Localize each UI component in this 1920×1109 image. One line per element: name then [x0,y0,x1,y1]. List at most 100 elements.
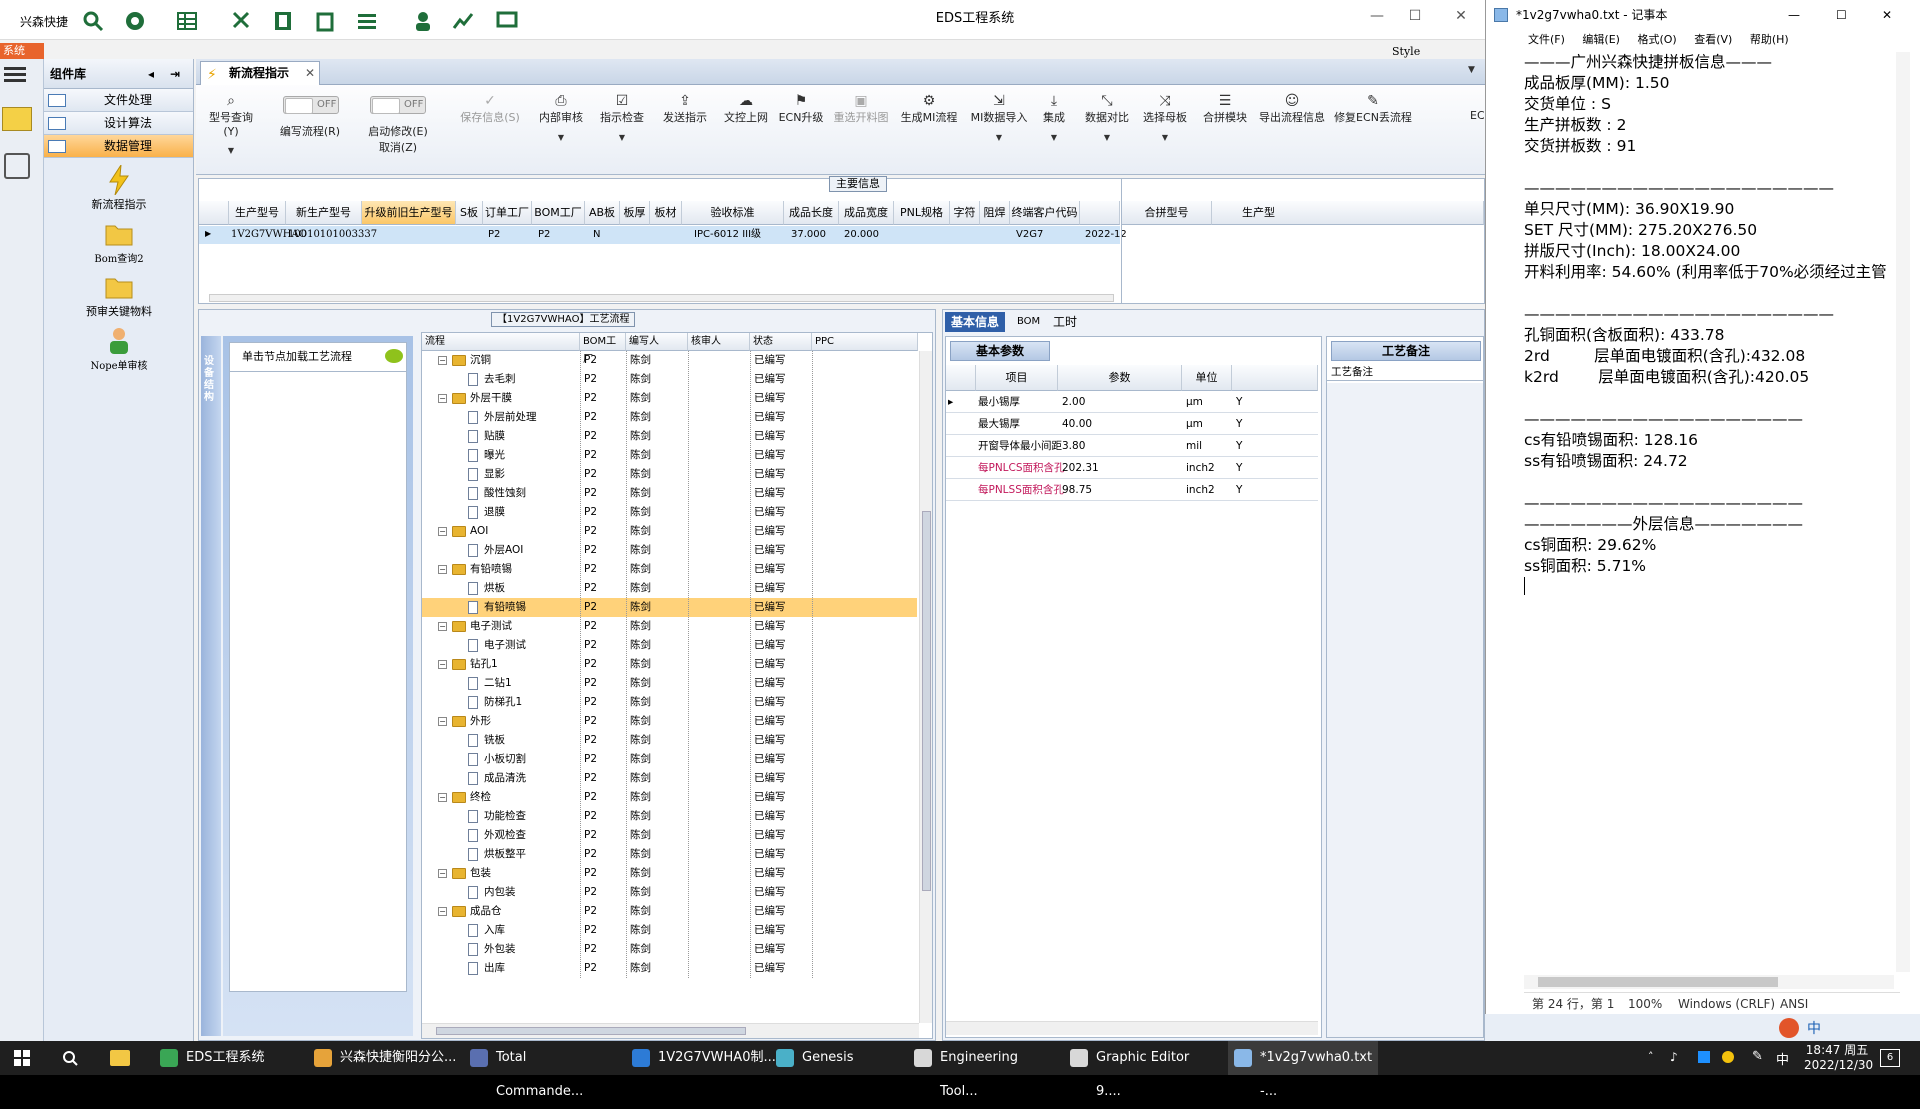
col-writer[interactable]: 编写人 [626,333,688,351]
col-bom-factory[interactable]: BOM工厂 [532,201,585,225]
clock-time[interactable]: 18:47 周五 [1804,1043,1870,1058]
param-row[interactable]: 最大锡厚 40.00 μm Y [946,413,1318,435]
cell-width[interactable]: 20.000 [842,226,879,244]
ec-button[interactable]: EC [1470,91,1484,122]
col-ab-board[interactable]: AB板 [585,201,620,225]
menu-format[interactable]: 格式(O) [1637,33,1676,46]
system-tab[interactable]: 系统 [0,43,44,59]
col-param[interactable]: 参数 [1058,365,1182,391]
close-button[interactable]: ✕ [1882,0,1892,30]
tree-row[interactable]: 出库 P2 陈剑 已编写 [422,959,917,978]
mi-import-button[interactable]: ⇲ MI数据导入 ▼ [966,91,1032,142]
ecn-upgrade-button[interactable]: ⚑ ECN升级 [776,91,826,125]
scroll-thumb[interactable] [922,511,931,891]
yx-logo-icon[interactable] [2,107,32,131]
tool-key-material[interactable]: 预审关键物料 [44,271,194,319]
reselect-cutting-button[interactable]: ▣ 重选开料图 [828,91,894,125]
col-ppc[interactable]: PPC [812,333,918,351]
col-old-part-no[interactable]: 升级前旧生产型号 [362,201,456,225]
calculator-icon[interactable] [4,153,30,179]
col-new-part-no[interactable]: 新生产型号 [286,201,362,225]
taskbar-item[interactable]: 兴森快捷衡阳分公... [308,1041,458,1075]
param-row[interactable]: ▸ 最小锡厚 2.00 μm Y [946,391,1318,413]
instruction-check-button[interactable]: ☑ 指示检查 ▼ [592,91,652,142]
maximize-button[interactable]: ☐ [1836,0,1847,30]
cell-order-factory[interactable]: P2 [486,226,500,244]
hamburger-icon[interactable] [4,67,26,70]
collapse-icon[interactable]: − [438,717,447,726]
col-length[interactable]: 成品长度 [784,201,839,225]
cell-ab[interactable]: N [591,226,600,244]
tray-app-icon[interactable] [1722,1051,1734,1063]
notepad-text-area[interactable]: ———广州兴森快捷拼板信息——— 成品板厚(MM): 1.50 交货单位 : S 生产… [1524,52,1894,970]
collapse-icon[interactable]: − [438,565,447,574]
tree-row[interactable]: 酸性蚀刻 P2 陈剑 已编写 [422,484,917,503]
user-icon[interactable] [412,10,434,32]
tree-row[interactable]: 外层AOI P2 陈剑 已编写 [422,541,917,560]
tree-row[interactable]: 入库 P2 陈剑 已编写 [422,921,917,940]
vertical-scrollbar[interactable] [1896,52,1910,972]
col-standard[interactable]: 验收标准 [682,201,784,225]
style-label[interactable]: Style [1392,45,1420,58]
collapse-icon[interactable]: − [438,356,447,365]
menu-file[interactable]: 文件(F) [1528,33,1565,46]
category-file-processing[interactable]: 文件处理 [44,89,193,112]
col-width[interactable]: 成品宽度 [839,201,894,225]
list-icon[interactable] [356,10,378,32]
chart-icon[interactable] [452,10,474,32]
tree-row[interactable]: 外层前处理 P2 陈剑 已编写 [422,408,917,427]
tree-row[interactable]: − AOI P2 陈剑 已编写 [422,522,917,541]
tree-row[interactable]: 电子测试 P2 陈剑 已编写 [422,636,917,655]
generate-mi-button[interactable]: ⚙ 生成MI流程 [896,91,962,125]
tray-app-icon[interactable] [1698,1051,1710,1063]
chevron-up-icon[interactable]: ˄ [1648,1050,1654,1063]
part-query-button[interactable]: ⌕ 型号查询(Y) ▼ [202,91,260,155]
col-reviewer[interactable]: 核审人 [688,333,750,351]
col-order-factory[interactable]: 订单工厂 [483,201,532,225]
tool-nope-review[interactable]: Nope单审核 [44,325,194,372]
tree-row[interactable]: − 终检 P2 陈剑 已编写 [422,788,917,807]
ime-taskbar[interactable]: 中 [1776,1049,1789,1068]
tab-work-hours[interactable]: 工时 [1047,312,1083,332]
node-hint[interactable]: 单击节点加载工艺流程 [229,342,407,372]
taskbar-item[interactable]: Genesis [770,1041,920,1075]
cell-new-part-no[interactable]: 10010101003337 [286,226,377,244]
col-bom-factory[interactable]: BOM工厂 [580,333,626,365]
col-status[interactable]: 状态 [750,333,812,351]
tool-new-flow[interactable]: 新流程指示 [44,164,194,212]
basic-params-tab[interactable]: 基本参数 [950,341,1050,361]
param-row[interactable]: 每PNLCS面积含孔 202.31 inch2 Y [946,457,1318,479]
cell-standard[interactable]: IPC-6012 III级 [692,226,761,244]
tree-row[interactable]: − 有铅喷锡 P2 陈剑 已编写 [422,560,917,579]
tree-row[interactable]: − 电子测试 P2 陈剑 已编写 [422,617,917,636]
taskbar-item[interactable]: EDS工程系统 [154,1041,304,1075]
taskbar-item[interactable]: Total Commande... [464,1041,614,1099]
horizontal-scrollbar[interactable] [209,294,1114,302]
equipment-side-tab[interactable]: 设备结构 [201,336,221,1036]
col-unit[interactable]: 单位 [1182,365,1232,391]
param-row[interactable]: 每PNLSS面积含孔 98.75 inch2 Y [946,479,1318,501]
windows-start-icon[interactable] [14,1050,30,1066]
tree-row[interactable]: 外观检查 P2 陈剑 已编写 [422,826,917,845]
col-pnl-spec[interactable]: PNL规格 [894,201,950,225]
chevron-down-icon[interactable]: ▼ [1468,65,1475,75]
cell-length[interactable]: 37.000 [789,226,826,244]
maximize-button[interactable]: ☐ [1404,6,1426,26]
volume-icon[interactable]: ♪ [1670,1050,1678,1064]
scroll-thumb[interactable] [1538,977,1778,987]
clock-date[interactable]: 2022/12/30 [1804,1058,1873,1073]
col-item[interactable]: 项目 [976,365,1058,391]
scissors-icon[interactable] [230,10,252,32]
film-icon[interactable] [272,10,294,32]
tree-row[interactable]: 内包装 P2 陈剑 已编写 [422,883,917,902]
cancel-label[interactable]: 取消(Z) [354,139,442,155]
tree-row[interactable]: 功能检查 P2 陈剑 已编写 [422,807,917,826]
tab-basic-info[interactable]: 基本信息 [945,312,1006,332]
param-row[interactable]: 开窗导体最小间距 3.80 mil Y [946,435,1318,457]
col-char[interactable]: 字符 [950,201,980,225]
menu-edit[interactable]: 编辑(E) [1582,33,1620,46]
minimize-button[interactable]: — [1366,6,1388,26]
tree-row[interactable]: − 成品仓 P2 陈剑 已编写 [422,902,917,921]
tree-row[interactable]: − 外形 P2 陈剑 已编写 [422,712,917,731]
tree-row[interactable]: − 包装 P2 陈剑 已编写 [422,864,917,883]
